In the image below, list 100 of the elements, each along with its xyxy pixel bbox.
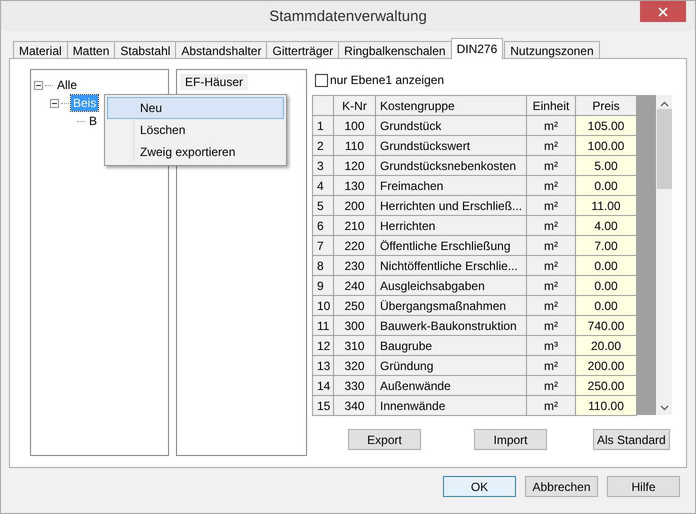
- table-cell: Nichtöffentliche Erschlie...: [376, 256, 526, 276]
- table-cell: m²: [526, 156, 576, 176]
- action-button[interactable]: Export: [348, 429, 421, 450]
- dialog-button[interactable]: Abbrechen: [525, 476, 598, 497]
- table-cell: 340: [334, 396, 376, 416]
- tab[interactable]: Gitterträger: [266, 41, 340, 59]
- row-number: 8: [312, 256, 334, 276]
- table-cell: Bauwerk-Baukonstruktion: [376, 316, 526, 336]
- column-header[interactable]: Kostengruppe: [376, 96, 526, 116]
- table-cell: Grundstücksnebenkosten: [376, 156, 526, 176]
- table-cell: Außenwände: [376, 376, 526, 396]
- table-cell: 240: [334, 276, 376, 296]
- price-cell[interactable]: 20.00: [576, 336, 636, 356]
- price-cell[interactable]: 0.00: [576, 256, 636, 276]
- table-cell: 120: [334, 156, 376, 176]
- scrollbar[interactable]: [656, 95, 672, 415]
- table-cell: m²: [526, 116, 576, 136]
- header-cell: [312, 96, 334, 116]
- table-cell: 130: [334, 176, 376, 196]
- menu-item[interactable]: Neu: [107, 97, 284, 119]
- table-cell: m²: [526, 316, 576, 336]
- table-cell: 100: [334, 116, 376, 136]
- row-number: 2: [312, 136, 334, 156]
- price-cell[interactable]: 5.00: [576, 156, 636, 176]
- table-cell: m²: [526, 136, 576, 156]
- price-cell[interactable]: 7.00: [576, 236, 636, 256]
- table-cell: 110: [334, 136, 376, 156]
- row-number: 3: [312, 156, 334, 176]
- collapse-toggle[interactable]: [50, 98, 59, 108]
- close-icon: [658, 6, 668, 16]
- table-cell: 250: [334, 296, 376, 316]
- row-number: 15: [312, 396, 334, 416]
- action-button[interactable]: Als Standard: [593, 429, 670, 450]
- tree-item[interactable]: B: [87, 113, 100, 129]
- table-cell: Übergangsmaßnahmen: [376, 296, 526, 316]
- table-cell: m²: [526, 396, 576, 416]
- price-cell[interactable]: 105.00: [576, 116, 636, 136]
- row-number: 10: [312, 296, 334, 316]
- table-cell: m²: [526, 216, 576, 236]
- close-button[interactable]: [640, 1, 686, 22]
- table-cell: Innenwände: [376, 396, 526, 416]
- action-button[interactable]: Import: [474, 429, 547, 450]
- menu-item[interactable]: Löschen: [107, 119, 284, 141]
- checkbox[interactable]: [315, 74, 328, 86]
- table-cell: Öffentliche Erschließung: [376, 236, 526, 256]
- table-cell: 210: [334, 216, 376, 236]
- row-number: 11: [312, 316, 334, 336]
- menu-item[interactable]: Zweig exportieren: [107, 141, 284, 163]
- table-cell: Freimachen: [376, 176, 526, 196]
- price-cell[interactable]: 740.00: [576, 316, 636, 336]
- column-header[interactable]: Preis: [576, 96, 636, 116]
- table-cell: Herrichten und Erschließ...: [376, 196, 526, 216]
- table-cell: m²: [526, 196, 576, 216]
- row-number: 7: [312, 236, 334, 256]
- table-cell: 330: [334, 376, 376, 396]
- price-cell[interactable]: 11.00: [576, 196, 636, 216]
- price-cell[interactable]: 0.00: [576, 276, 636, 296]
- dialog-button[interactable]: OK: [443, 476, 516, 497]
- row-number: 1: [312, 116, 334, 136]
- table-cell: m²: [526, 376, 576, 396]
- scroll-up-icon: [660, 101, 668, 107]
- price-cell[interactable]: 0.00: [576, 296, 636, 316]
- column-header[interactable]: K-Nr: [334, 96, 376, 116]
- table-cell: Ausgleichsabgaben: [376, 276, 526, 296]
- tree-item[interactable]: Alle: [55, 77, 80, 93]
- tab[interactable]: Nutzungszonen: [504, 41, 600, 59]
- row-number: 14: [312, 376, 334, 396]
- price-cell[interactable]: 0.00: [576, 176, 636, 196]
- column-header[interactable]: Einheit: [526, 96, 576, 116]
- price-cell[interactable]: 110.00: [576, 396, 636, 416]
- tab[interactable]: Ringbalkenschalen: [338, 41, 452, 59]
- table-cell: m²: [526, 276, 576, 296]
- window-title: Stammdatenverwaltung: [269, 8, 427, 24]
- list-header[interactable]: EF-Häuser: [180, 74, 248, 90]
- table-cell: m²: [526, 236, 576, 256]
- table-cell: 220: [334, 236, 376, 256]
- dialog-button[interactable]: Hilfe: [607, 476, 680, 497]
- table-cell: Baugrube: [376, 336, 526, 356]
- table-cell: Herrichten: [376, 216, 526, 236]
- table-cell: 310: [334, 336, 376, 356]
- row-number: 6: [312, 216, 334, 236]
- price-cell[interactable]: 250.00: [576, 376, 636, 396]
- table-cell: Grundstück: [376, 116, 526, 136]
- tab[interactable]: Material: [13, 41, 68, 59]
- scroll-down-icon: [660, 405, 668, 411]
- table-cell: m²: [526, 176, 576, 196]
- row-number: 5: [312, 196, 334, 216]
- price-cell[interactable]: 100.00: [576, 136, 636, 156]
- collapse-toggle[interactable]: [34, 80, 43, 90]
- price-cell[interactable]: 4.00: [576, 216, 636, 236]
- checkbox-label[interactable]: nur Ebene1 anzeigen: [330, 73, 444, 87]
- price-cell[interactable]: 200.00: [576, 356, 636, 376]
- row-number: 4: [312, 176, 334, 196]
- table-cell: m²: [526, 356, 576, 376]
- tab[interactable]: DIN276: [450, 38, 504, 59]
- table-cell: m³: [526, 336, 576, 356]
- scrollbar-thumb[interactable]: [656, 109, 672, 189]
- table-cell: m²: [526, 296, 576, 316]
- row-number: 13: [312, 356, 334, 376]
- table-cell: 300: [334, 316, 376, 336]
